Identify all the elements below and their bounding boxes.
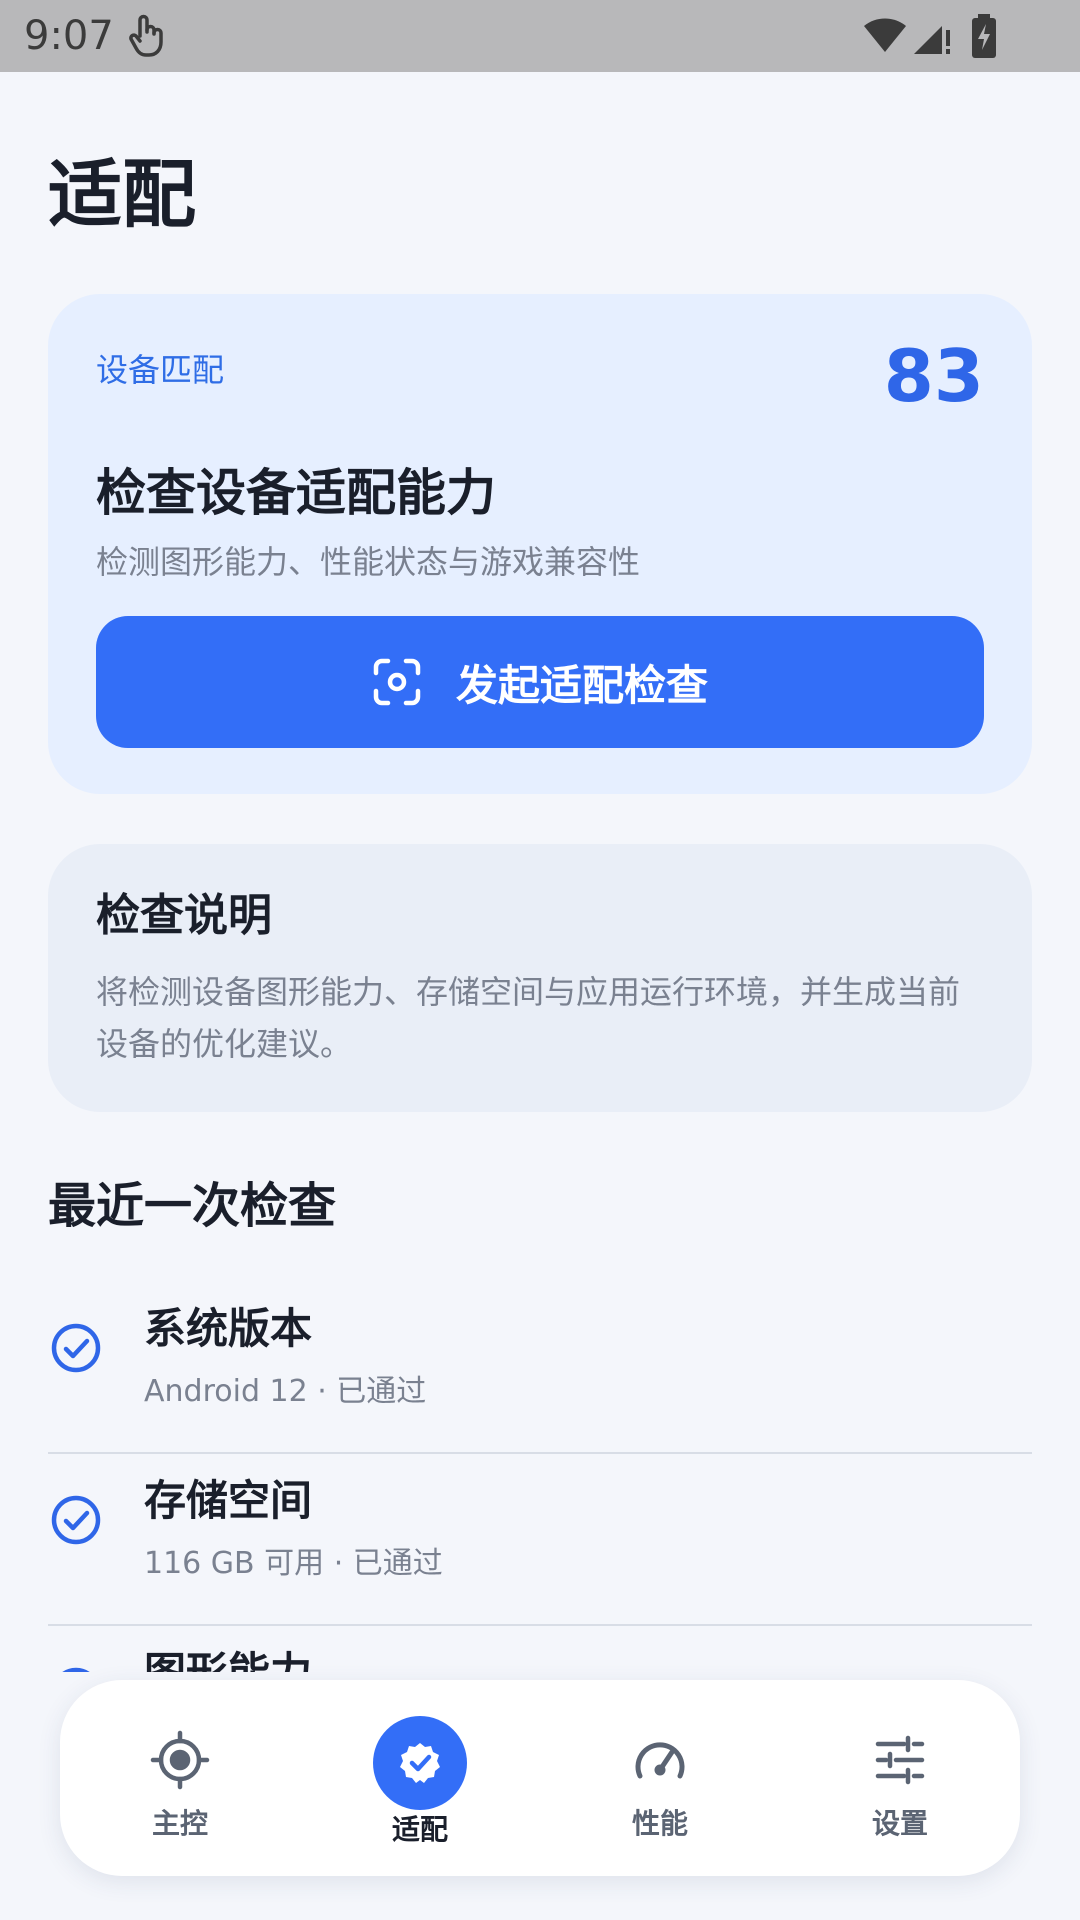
bottom-nav: 主控 适配 性能 设置 — [60, 1680, 1020, 1876]
scan-icon — [372, 657, 422, 707]
list-item[interactable]: 图形能力 — [48, 1626, 1032, 1672]
nav-label-performance: 性能 — [631, 1807, 688, 1840]
status-bar: 9:07 — [0, 0, 1080, 72]
battery-charging-icon — [970, 14, 998, 62]
start-compat-check-label: 发起适配检查 — [455, 660, 708, 710]
nav-item-main-control[interactable]: 主控 — [60, 1680, 300, 1876]
device-match-card: 设备匹配 83 检查设备适配能力 检测图形能力、性能状态与游戏兼容性 发起适配检… — [48, 294, 1032, 794]
nav-label-main-control: 主控 — [151, 1807, 208, 1840]
check-description-title: 检查说明 — [96, 890, 272, 941]
check-circle-icon — [50, 1666, 102, 1672]
check-circle-icon — [50, 1494, 102, 1546]
list-item-detail: 116 GB 可用 · 已通过 — [144, 1546, 443, 1581]
speedometer-icon — [630, 1730, 690, 1790]
sliders-icon — [870, 1730, 930, 1790]
match-card-subtitle: 检测图形能力、性能状态与游戏兼容性 — [96, 543, 641, 581]
nav-item-settings[interactable]: 设置 — [780, 1680, 1020, 1876]
signal-icon — [912, 16, 952, 60]
nav-item-compat[interactable]: 适配 — [300, 1680, 540, 1876]
target-icon — [150, 1730, 210, 1790]
nav-label-compat: 适配 — [391, 1813, 448, 1846]
list-item[interactable]: 存储空间 116 GB 可用 · 已通过 — [48, 1454, 1032, 1626]
check-description-body: 将检测设备图形能力、存储空间与应用运行环境，并生成当前设备的优化建议。 — [96, 973, 961, 1063]
status-time: 9:07 — [24, 13, 114, 59]
wifi-icon — [862, 16, 908, 58]
list-item-detail: Android 12 · 已通过 — [144, 1374, 427, 1409]
nav-label-settings: 设置 — [871, 1807, 928, 1840]
device-match-label: 设备匹配 — [96, 351, 225, 389]
touch-hand-icon — [126, 12, 166, 62]
verified-badge-icon — [398, 1741, 442, 1785]
match-card-title: 检查设备适配能力 — [96, 464, 496, 522]
list-item[interactable]: 系统版本 Android 12 · 已通过 — [48, 1282, 1032, 1454]
nav-item-performance[interactable]: 性能 — [540, 1680, 780, 1876]
list-item-title: 存储空间 — [144, 1476, 313, 1525]
recent-check-title: 最近一次检查 — [48, 1178, 337, 1234]
check-circle-icon — [50, 1322, 102, 1374]
page-title: 适配 — [48, 152, 196, 238]
list-item-title: 图形能力 — [144, 1646, 312, 1672]
check-description-card: 检查说明 将检测设备图形能力、存储空间与应用运行环境，并生成当前设备的优化建议。 — [48, 844, 1032, 1112]
start-compat-check-button[interactable]: 发起适配检查 — [96, 616, 984, 748]
list-item-title: 系统版本 — [144, 1304, 313, 1353]
recent-check-list: 系统版本 Android 12 · 已通过 存储空间 116 GB 可用 · 已… — [48, 1282, 1032, 1672]
match-score: 83 — [883, 334, 984, 418]
